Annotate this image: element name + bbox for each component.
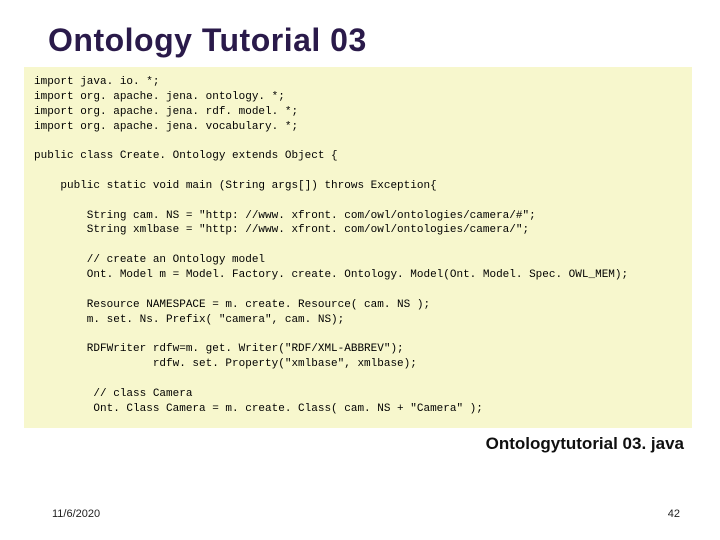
footer-date: 11/6/2020 — [52, 508, 100, 520]
filename-label: Ontologytutorial 03. java — [0, 428, 720, 454]
slide-title: Ontology Tutorial 03 — [0, 0, 720, 67]
code-block: import java. io. *; import org. apache. … — [24, 67, 692, 428]
slide: Ontology Tutorial 03 import java. io. *;… — [0, 0, 720, 540]
footer-page-number: 42 — [668, 508, 680, 520]
code-content: import java. io. *; import org. apache. … — [34, 75, 682, 416]
